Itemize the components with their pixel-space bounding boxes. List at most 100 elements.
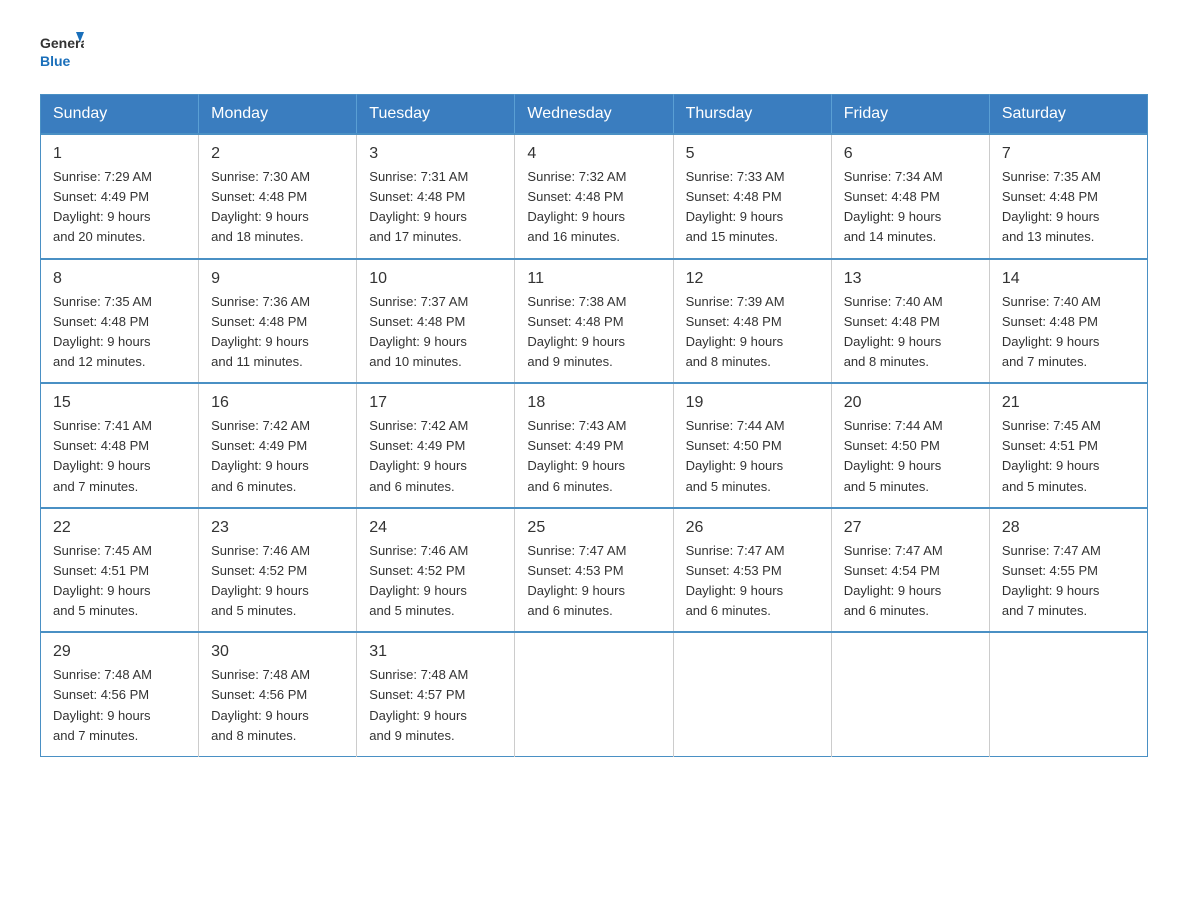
day-number: 15 (53, 394, 186, 412)
calendar-header-row: SundayMondayTuesdayWednesdayThursdayFrid… (41, 95, 1148, 135)
calendar-cell: 1 Sunrise: 7:29 AM Sunset: 4:49 PM Dayli… (41, 134, 199, 259)
day-number: 26 (686, 519, 819, 537)
day-number: 27 (844, 519, 977, 537)
day-info: Sunrise: 7:33 AM Sunset: 4:48 PM Dayligh… (686, 167, 819, 248)
calendar-cell: 19 Sunrise: 7:44 AM Sunset: 4:50 PM Dayl… (673, 383, 831, 508)
calendar-cell: 23 Sunrise: 7:46 AM Sunset: 4:52 PM Dayl… (199, 508, 357, 633)
day-header-tuesday: Tuesday (357, 95, 515, 135)
day-info: Sunrise: 7:47 AM Sunset: 4:55 PM Dayligh… (1002, 541, 1135, 622)
day-number: 17 (369, 394, 502, 412)
day-number: 25 (527, 519, 660, 537)
day-number: 6 (844, 145, 977, 163)
day-number: 22 (53, 519, 186, 537)
day-number: 3 (369, 145, 502, 163)
calendar-week-row: 15 Sunrise: 7:41 AM Sunset: 4:48 PM Dayl… (41, 383, 1148, 508)
day-info: Sunrise: 7:34 AM Sunset: 4:48 PM Dayligh… (844, 167, 977, 248)
day-info: Sunrise: 7:45 AM Sunset: 4:51 PM Dayligh… (53, 541, 186, 622)
day-info: Sunrise: 7:45 AM Sunset: 4:51 PM Dayligh… (1002, 416, 1135, 497)
day-number: 30 (211, 643, 344, 661)
day-number: 1 (53, 145, 186, 163)
day-info: Sunrise: 7:44 AM Sunset: 4:50 PM Dayligh… (844, 416, 977, 497)
calendar-cell: 12 Sunrise: 7:39 AM Sunset: 4:48 PM Dayl… (673, 259, 831, 384)
day-number: 21 (1002, 394, 1135, 412)
calendar-week-row: 22 Sunrise: 7:45 AM Sunset: 4:51 PM Dayl… (41, 508, 1148, 633)
calendar-cell: 25 Sunrise: 7:47 AM Sunset: 4:53 PM Dayl… (515, 508, 673, 633)
calendar-cell: 15 Sunrise: 7:41 AM Sunset: 4:48 PM Dayl… (41, 383, 199, 508)
day-header-monday: Monday (199, 95, 357, 135)
calendar-cell: 27 Sunrise: 7:47 AM Sunset: 4:54 PM Dayl… (831, 508, 989, 633)
calendar-cell: 9 Sunrise: 7:36 AM Sunset: 4:48 PM Dayli… (199, 259, 357, 384)
day-info: Sunrise: 7:30 AM Sunset: 4:48 PM Dayligh… (211, 167, 344, 248)
day-number: 7 (1002, 145, 1135, 163)
day-header-wednesday: Wednesday (515, 95, 673, 135)
day-info: Sunrise: 7:43 AM Sunset: 4:49 PM Dayligh… (527, 416, 660, 497)
day-info: Sunrise: 7:38 AM Sunset: 4:48 PM Dayligh… (527, 292, 660, 373)
day-info: Sunrise: 7:42 AM Sunset: 4:49 PM Dayligh… (369, 416, 502, 497)
calendar-cell (515, 632, 673, 756)
day-header-friday: Friday (831, 95, 989, 135)
day-number: 12 (686, 270, 819, 288)
day-info: Sunrise: 7:46 AM Sunset: 4:52 PM Dayligh… (369, 541, 502, 622)
day-info: Sunrise: 7:48 AM Sunset: 4:57 PM Dayligh… (369, 665, 502, 746)
day-info: Sunrise: 7:47 AM Sunset: 4:53 PM Dayligh… (686, 541, 819, 622)
calendar-cell: 5 Sunrise: 7:33 AM Sunset: 4:48 PM Dayli… (673, 134, 831, 259)
calendar-cell: 18 Sunrise: 7:43 AM Sunset: 4:49 PM Dayl… (515, 383, 673, 508)
svg-text:General: General (40, 35, 84, 51)
day-number: 2 (211, 145, 344, 163)
day-info: Sunrise: 7:48 AM Sunset: 4:56 PM Dayligh… (53, 665, 186, 746)
calendar-cell: 6 Sunrise: 7:34 AM Sunset: 4:48 PM Dayli… (831, 134, 989, 259)
calendar-week-row: 29 Sunrise: 7:48 AM Sunset: 4:56 PM Dayl… (41, 632, 1148, 756)
calendar-week-row: 1 Sunrise: 7:29 AM Sunset: 4:49 PM Dayli… (41, 134, 1148, 259)
day-number: 4 (527, 145, 660, 163)
day-info: Sunrise: 7:40 AM Sunset: 4:48 PM Dayligh… (1002, 292, 1135, 373)
calendar-cell: 2 Sunrise: 7:30 AM Sunset: 4:48 PM Dayli… (199, 134, 357, 259)
calendar-cell (989, 632, 1147, 756)
day-info: Sunrise: 7:39 AM Sunset: 4:48 PM Dayligh… (686, 292, 819, 373)
calendar-cell: 8 Sunrise: 7:35 AM Sunset: 4:48 PM Dayli… (41, 259, 199, 384)
day-info: Sunrise: 7:47 AM Sunset: 4:54 PM Dayligh… (844, 541, 977, 622)
calendar-cell: 17 Sunrise: 7:42 AM Sunset: 4:49 PM Dayl… (357, 383, 515, 508)
day-info: Sunrise: 7:48 AM Sunset: 4:56 PM Dayligh… (211, 665, 344, 746)
day-number: 16 (211, 394, 344, 412)
page-header: General Blue (40, 30, 1148, 74)
calendar-cell: 10 Sunrise: 7:37 AM Sunset: 4:48 PM Dayl… (357, 259, 515, 384)
day-number: 31 (369, 643, 502, 661)
day-header-thursday: Thursday (673, 95, 831, 135)
day-number: 8 (53, 270, 186, 288)
calendar-cell: 28 Sunrise: 7:47 AM Sunset: 4:55 PM Dayl… (989, 508, 1147, 633)
calendar-cell: 21 Sunrise: 7:45 AM Sunset: 4:51 PM Dayl… (989, 383, 1147, 508)
day-number: 20 (844, 394, 977, 412)
logo: General Blue (40, 30, 84, 74)
calendar-cell: 30 Sunrise: 7:48 AM Sunset: 4:56 PM Dayl… (199, 632, 357, 756)
svg-text:Blue: Blue (40, 53, 71, 69)
day-number: 23 (211, 519, 344, 537)
calendar-cell: 16 Sunrise: 7:42 AM Sunset: 4:49 PM Dayl… (199, 383, 357, 508)
calendar-cell: 26 Sunrise: 7:47 AM Sunset: 4:53 PM Dayl… (673, 508, 831, 633)
calendar-cell: 3 Sunrise: 7:31 AM Sunset: 4:48 PM Dayli… (357, 134, 515, 259)
day-number: 18 (527, 394, 660, 412)
calendar-cell: 31 Sunrise: 7:48 AM Sunset: 4:57 PM Dayl… (357, 632, 515, 756)
calendar-cell (831, 632, 989, 756)
calendar-cell: 14 Sunrise: 7:40 AM Sunset: 4:48 PM Dayl… (989, 259, 1147, 384)
calendar-cell: 7 Sunrise: 7:35 AM Sunset: 4:48 PM Dayli… (989, 134, 1147, 259)
calendar-table: SundayMondayTuesdayWednesdayThursdayFrid… (40, 94, 1148, 757)
day-number: 13 (844, 270, 977, 288)
calendar-cell: 22 Sunrise: 7:45 AM Sunset: 4:51 PM Dayl… (41, 508, 199, 633)
day-number: 19 (686, 394, 819, 412)
calendar-cell (673, 632, 831, 756)
calendar-cell: 20 Sunrise: 7:44 AM Sunset: 4:50 PM Dayl… (831, 383, 989, 508)
day-info: Sunrise: 7:42 AM Sunset: 4:49 PM Dayligh… (211, 416, 344, 497)
day-number: 9 (211, 270, 344, 288)
day-info: Sunrise: 7:37 AM Sunset: 4:48 PM Dayligh… (369, 292, 502, 373)
day-info: Sunrise: 7:41 AM Sunset: 4:48 PM Dayligh… (53, 416, 186, 497)
calendar-cell: 13 Sunrise: 7:40 AM Sunset: 4:48 PM Dayl… (831, 259, 989, 384)
day-info: Sunrise: 7:31 AM Sunset: 4:48 PM Dayligh… (369, 167, 502, 248)
day-info: Sunrise: 7:32 AM Sunset: 4:48 PM Dayligh… (527, 167, 660, 248)
day-number: 14 (1002, 270, 1135, 288)
day-info: Sunrise: 7:40 AM Sunset: 4:48 PM Dayligh… (844, 292, 977, 373)
day-number: 11 (527, 270, 660, 288)
day-info: Sunrise: 7:44 AM Sunset: 4:50 PM Dayligh… (686, 416, 819, 497)
day-info: Sunrise: 7:47 AM Sunset: 4:53 PM Dayligh… (527, 541, 660, 622)
day-number: 5 (686, 145, 819, 163)
calendar-week-row: 8 Sunrise: 7:35 AM Sunset: 4:48 PM Dayli… (41, 259, 1148, 384)
